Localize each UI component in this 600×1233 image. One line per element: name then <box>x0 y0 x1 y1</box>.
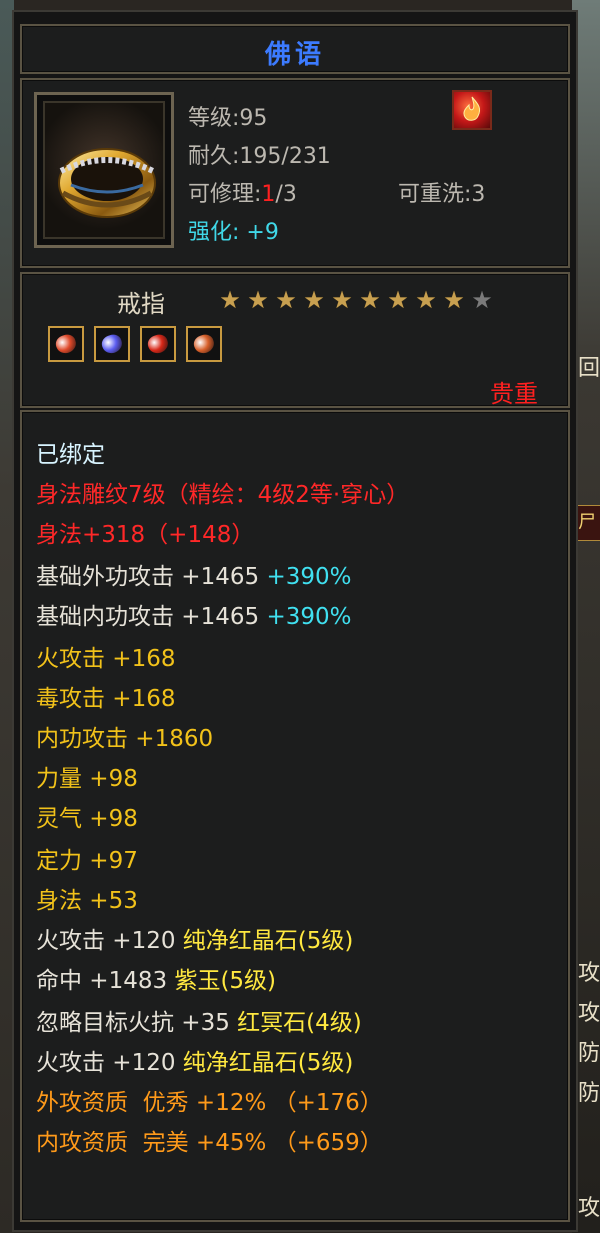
ext-attack-pct: +390% <box>266 564 352 590</box>
enhance-value: +9 <box>246 220 279 245</box>
ext-aptitude-line: 外攻资质 优秀 +12% （+176） <box>36 1090 383 1116</box>
gem4-name: 纯净红晶石(5级) <box>182 1050 354 1076</box>
gem3-name: 红冥石(4级) <box>237 1010 362 1036</box>
ring-icon <box>43 101 165 239</box>
gem4-stat: 火攻击 +120 <box>36 1050 183 1076</box>
enhance-text: 强化: +9 <box>188 214 279 246</box>
poison-attack-line: 毒攻击 +168 <box>36 686 176 712</box>
green-red-gem-icon[interactable] <box>48 326 84 362</box>
item-name: 佛语 <box>264 40 325 70</box>
bound-status: 已绑定 <box>36 442 105 468</box>
red-gem-icon[interactable] <box>140 326 176 362</box>
gem2-name: 紫玉(5级) <box>174 968 277 994</box>
star-icon: ★ <box>359 286 381 314</box>
ring-image <box>58 148 156 218</box>
repair-max: /3 <box>275 182 297 207</box>
background-glyph: 攻 <box>578 1196 600 1221</box>
gem1-line: 火攻击 +120 纯净红晶石(5级) <box>36 926 353 956</box>
blue-gem-icon[interactable] <box>94 326 130 362</box>
fire-attack-line: 火攻击 +168 <box>36 646 176 672</box>
item-icon-frame <box>34 92 174 248</box>
engrave-line: 身法雕纹7级（精绘：4级2等·穿心） <box>36 482 410 508</box>
int-aptitude-line: 内攻资质 完美 +45% （+659） <box>36 1130 383 1156</box>
rewash-text: 可重洗:3 <box>398 182 486 207</box>
int-attack-pct: +390% <box>266 604 352 630</box>
star-icon: ★ <box>303 286 325 314</box>
star-icon: ★ <box>415 286 437 314</box>
repair-current: 1 <box>261 182 276 207</box>
attribute-panel: 已绑定 身法雕纹7级（精绘：4级2等·穿心） 身法+318（+148） 基础外功… <box>20 410 570 1222</box>
item-tooltip: 佛语 等级:95 耐久:195/231 可修理:1/3 可重洗:3 强化: +9… <box>12 10 578 1232</box>
background-glyph: 防 <box>578 1081 600 1106</box>
info-panel: 等级:95 耐久:195/231 可修理:1/3 可重洗:3 强化: +9 <box>20 78 570 268</box>
spirit-line: 灵气 +98 <box>36 806 138 832</box>
star-icon: ★ <box>247 286 269 314</box>
star-icon: ★ <box>275 286 297 314</box>
flame-icon <box>452 90 492 130</box>
gem2-line: 命中 +1483 紫玉(5级) <box>36 966 276 996</box>
agility-bonus-line: 身法+318（+148） <box>36 522 255 548</box>
background-glyph: 攻 <box>578 1001 600 1026</box>
background-glyph: 攻 <box>578 961 600 986</box>
star-icon: ★ <box>387 286 409 314</box>
type-panel: 戒指 ★ ★ ★ ★ ★ ★ ★ ★ ★ ★ 贵重 <box>20 272 570 408</box>
focus-line: 定力 +97 <box>36 848 138 874</box>
title-panel: 佛语 <box>20 24 570 74</box>
item-type: 戒指 <box>117 290 165 318</box>
internal-attack-line: 内功攻击 +1860 <box>36 726 214 752</box>
agility-line: 身法 +53 <box>36 888 138 914</box>
repair-label: 可修理: <box>188 182 262 207</box>
repair-text: 可修理:1/3 <box>188 176 297 208</box>
star-icon: ★ <box>471 286 493 314</box>
star-icon: ★ <box>443 286 465 314</box>
gem3-stat: 忽略目标火抗 +35 <box>36 1010 238 1036</box>
green-red-gem-icon-2[interactable] <box>186 326 222 362</box>
strength-line: 力量 +98 <box>36 766 138 792</box>
gem2-stat: 命中 +1483 <box>36 968 175 994</box>
int-attack-line: 基础内功攻击 +1465 +390% <box>36 602 351 632</box>
gem1-stat: 火攻击 +120 <box>36 928 183 954</box>
gem3-line: 忽略目标火抗 +35 红冥石(4级) <box>36 1008 362 1038</box>
background-glyph: 防 <box>578 1041 600 1066</box>
level-text: 等级:95 <box>188 106 268 131</box>
durability-text: 耐久:195/231 <box>188 144 331 169</box>
star-icon: ★ <box>331 286 353 314</box>
ext-attack-label: 基础外功攻击 +1465 <box>36 564 260 590</box>
int-attack-label: 基础内功攻击 +1465 <box>36 604 260 630</box>
background-glyph: 回 <box>578 356 600 381</box>
star-icon: ★ <box>219 286 241 314</box>
gem4-line: 火攻击 +120 纯净红晶石(5级) <box>36 1048 353 1078</box>
quality-label: 贵重 <box>490 380 538 408</box>
enhance-label: 强化: <box>188 220 240 245</box>
gem1-name: 纯净红晶石(5级) <box>182 928 354 954</box>
ext-attack-line: 基础外功攻击 +1465 +390% <box>36 562 351 592</box>
